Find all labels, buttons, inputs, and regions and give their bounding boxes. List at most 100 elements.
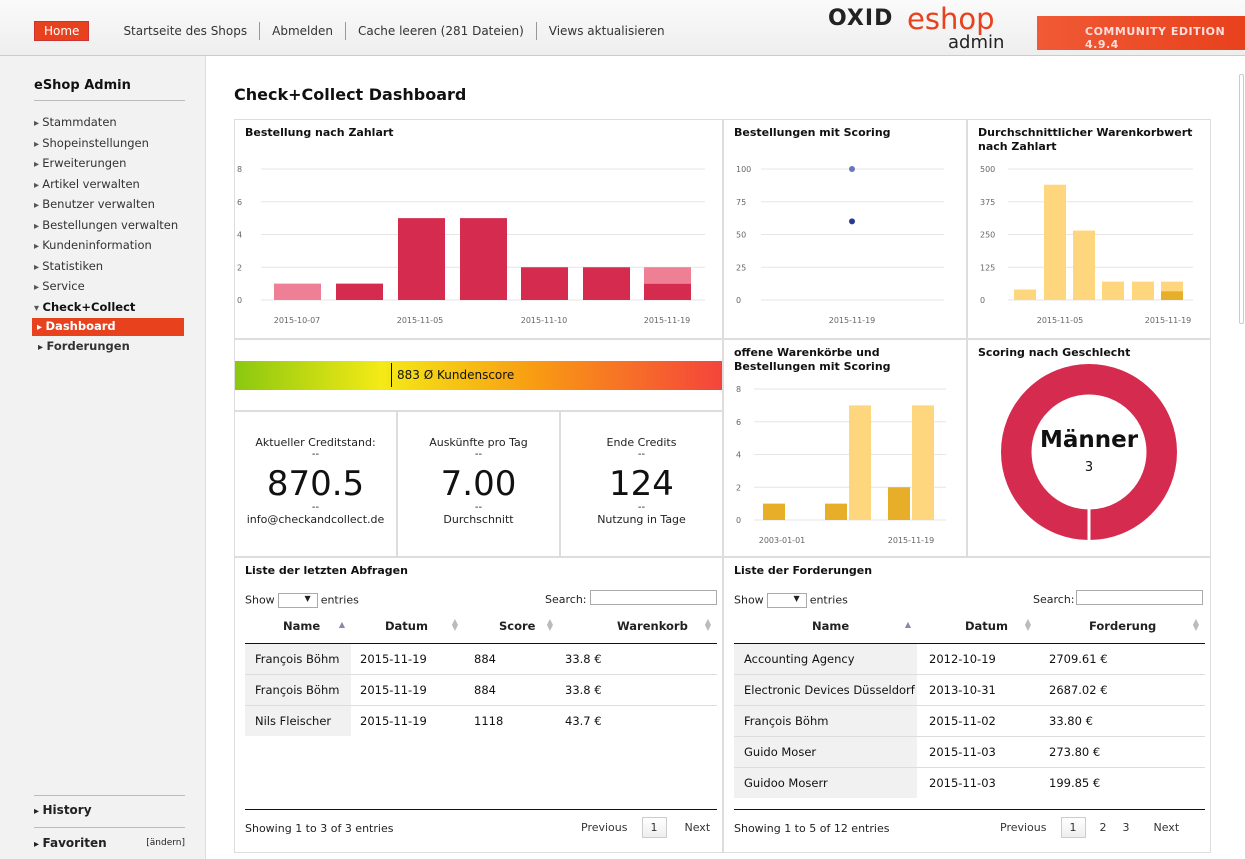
page-button-1[interactable]: 1	[641, 817, 667, 838]
sort-asc-icon: ▲	[338, 620, 345, 629]
top-bar: Home Startseite des Shops Abmelden Cache…	[0, 0, 1245, 56]
recent-requests-panel: Liste der letzten Abfragen Show ▼ entries …	[234, 557, 723, 853]
length-control: Show ▼ entries	[734, 593, 848, 608]
sidebar-item-check-collect[interactable]: Check+Collect	[34, 298, 184, 319]
avg-cart-chart: 0 125 250 375 500 2015-11-05 2015-11-19	[980, 165, 1193, 325]
sidebar-favorites[interactable]: Favoriten [ändern]	[34, 827, 185, 850]
logo-eshop-text: eshop	[907, 2, 995, 36]
sidebar-item-statistiken[interactable]: Statistiken	[34, 257, 184, 278]
entries-label: entries	[809, 593, 848, 607]
col-score[interactable]: Score ▲ ▼	[464, 610, 559, 644]
bar	[912, 405, 934, 520]
y-tick-label: 250	[980, 231, 995, 240]
kpi-dash: --	[311, 502, 320, 513]
orders-by-payment-chart: 0 2 4 6 8 2015-10-07 2015-11-05 2015-11-10 2015-…	[237, 165, 705, 325]
y-tick-label: 8	[736, 385, 741, 394]
search-input[interactable]	[590, 590, 717, 605]
table-row[interactable]: Electronic Devices Düsseldorf 2013-10-31 2…	[734, 673, 1205, 705]
page-button-1[interactable]: 1	[1060, 817, 1086, 838]
next-button[interactable]: Next	[1146, 817, 1188, 838]
table-row[interactable]: Guido Moser 2015-11-03 273.80 €	[734, 735, 1205, 767]
search-label: Search:	[545, 593, 587, 606]
logout-link[interactable]: Abmelden	[272, 24, 333, 38]
sidebar-subitem-dashboard[interactable]: Dashboard	[32, 318, 184, 336]
y-tick-label: 6	[736, 418, 741, 427]
page-button-2[interactable]: 2	[1092, 817, 1115, 838]
bar	[1014, 289, 1036, 300]
kpi-title: Auskünfte pro Tag	[429, 436, 528, 449]
scrollbar[interactable]	[1238, 56, 1245, 859]
table-title: Liste der Forderungen	[734, 564, 873, 577]
entries-select[interactable]: ▼	[766, 593, 807, 608]
bar	[763, 503, 785, 520]
kpi-sub: Nutzung in Tage	[597, 513, 686, 526]
credits-end-kpi: Ende Credits -- 124 -- Nutzung in Tage	[561, 436, 722, 526]
sidebar-item-artikel[interactable]: Artikel verwalten	[34, 175, 184, 196]
entries-select[interactable]: ▼	[277, 593, 318, 608]
update-views-link[interactable]: Views aktualisieren	[549, 24, 665, 38]
next-button[interactable]: Next	[677, 817, 719, 838]
clear-cache-link[interactable]: Cache leeren (281 Dateien)	[358, 24, 524, 38]
y-tick-label: 25	[736, 263, 746, 272]
scrollbar-thumb[interactable]	[1239, 74, 1244, 324]
col-warenkorb[interactable]: Warenkorb ▲ ▼	[559, 610, 717, 644]
table-row[interactable]: Nils Fleischer 2015-11-19 1118 43.7 €	[245, 704, 717, 736]
change-favorites-link[interactable]: [ändern]	[146, 838, 185, 848]
shop-start-link[interactable]: Startseite des Shops	[123, 24, 247, 38]
sidebar-item-erweiterungen[interactable]: Erweiterungen	[34, 154, 184, 175]
y-tick-label: 6	[237, 198, 242, 207]
bar	[460, 218, 507, 300]
sidebar-subitem-forderungen[interactable]: Forderungen	[34, 337, 184, 358]
pagination: Previous 1 2 3 Next	[992, 817, 1187, 838]
sidebar-history[interactable]: History	[34, 795, 185, 817]
home-button[interactable]: Home	[34, 21, 90, 41]
previous-button[interactable]: Previous	[992, 817, 1055, 838]
bar	[644, 283, 691, 300]
favorites-label: Favoriten	[42, 836, 107, 850]
y-tick-label: 8	[237, 165, 242, 174]
sidebar-item-service[interactable]: Service	[34, 277, 184, 298]
sidebar-item-kundeninformation[interactable]: Kundeninformation	[34, 236, 184, 257]
y-tick-label: 2	[736, 483, 741, 492]
col-name[interactable]: Name ▲	[245, 610, 351, 644]
sidebar-item-bestellungen[interactable]: Bestellungen verwalten	[34, 216, 184, 237]
bar	[849, 405, 871, 520]
pagination: Previous 1 Next	[573, 817, 718, 838]
length-control: Show ▼ entries	[245, 593, 359, 608]
y-tick-label: 100	[736, 165, 751, 174]
col-name[interactable]: Name ▲	[734, 610, 917, 644]
sidebar-divider	[34, 100, 185, 101]
nav-divider	[259, 22, 261, 40]
page-button-3[interactable]: 3	[1115, 817, 1138, 838]
show-label: Show	[734, 593, 764, 607]
bar-segment	[1161, 291, 1183, 300]
previous-button[interactable]: Previous	[573, 817, 636, 838]
y-tick-label: 2	[237, 263, 242, 272]
sidebar-item-benutzer[interactable]: Benutzer verwalten	[34, 195, 184, 216]
col-datum[interactable]: Datum ▲ ▼	[917, 610, 1037, 644]
bar	[1044, 184, 1066, 300]
table-row[interactable]: François Böhm 2015-11-19 884 33.8 €	[245, 673, 717, 705]
col-forderung[interactable]: Forderung ▲ ▼	[1037, 610, 1205, 644]
table-row[interactable]: Accounting Agency 2012-10-19 2709.61 €	[734, 642, 1205, 674]
sidebar-item-shopeinstellungen[interactable]: Shopeinstellungen	[34, 134, 184, 155]
bar	[888, 487, 910, 520]
sort-icon: ▲ ▼	[1024, 617, 1031, 632]
table-row[interactable]: François Böhm 2015-11-02 33.80 €	[734, 704, 1205, 736]
search-input[interactable]	[1076, 590, 1203, 605]
donut-label: Männer	[1040, 427, 1139, 453]
sidebar-item-stammdaten[interactable]: Stammdaten	[34, 113, 184, 134]
sidebar: eShop Admin Stammdaten Shopeinstellungen…	[0, 56, 206, 859]
x-tick-label: 2015-11-19	[829, 316, 876, 325]
sort-icon: ▲ ▼	[546, 617, 553, 632]
col-datum[interactable]: Datum ▲ ▼	[351, 610, 464, 644]
kpi-value: 870.5	[266, 464, 365, 504]
open-carts-panel: offene Warenkörbe und Bestellungen mit S…	[723, 339, 967, 557]
y-tick-label: 4	[237, 231, 242, 240]
bar	[274, 283, 321, 300]
sort-icon: ▲ ▼	[1192, 617, 1199, 632]
scoring-gender-chart: Männer 3	[1001, 364, 1177, 541]
table-row[interactable]: François Böhm 2015-11-19 884 33.8 €	[245, 642, 717, 674]
table-row[interactable]: Guidoo Moserr 2015-11-03 199.85 €	[734, 766, 1205, 798]
scoring-gender-panel: Scoring nach Geschlecht Männer 3	[967, 339, 1211, 557]
